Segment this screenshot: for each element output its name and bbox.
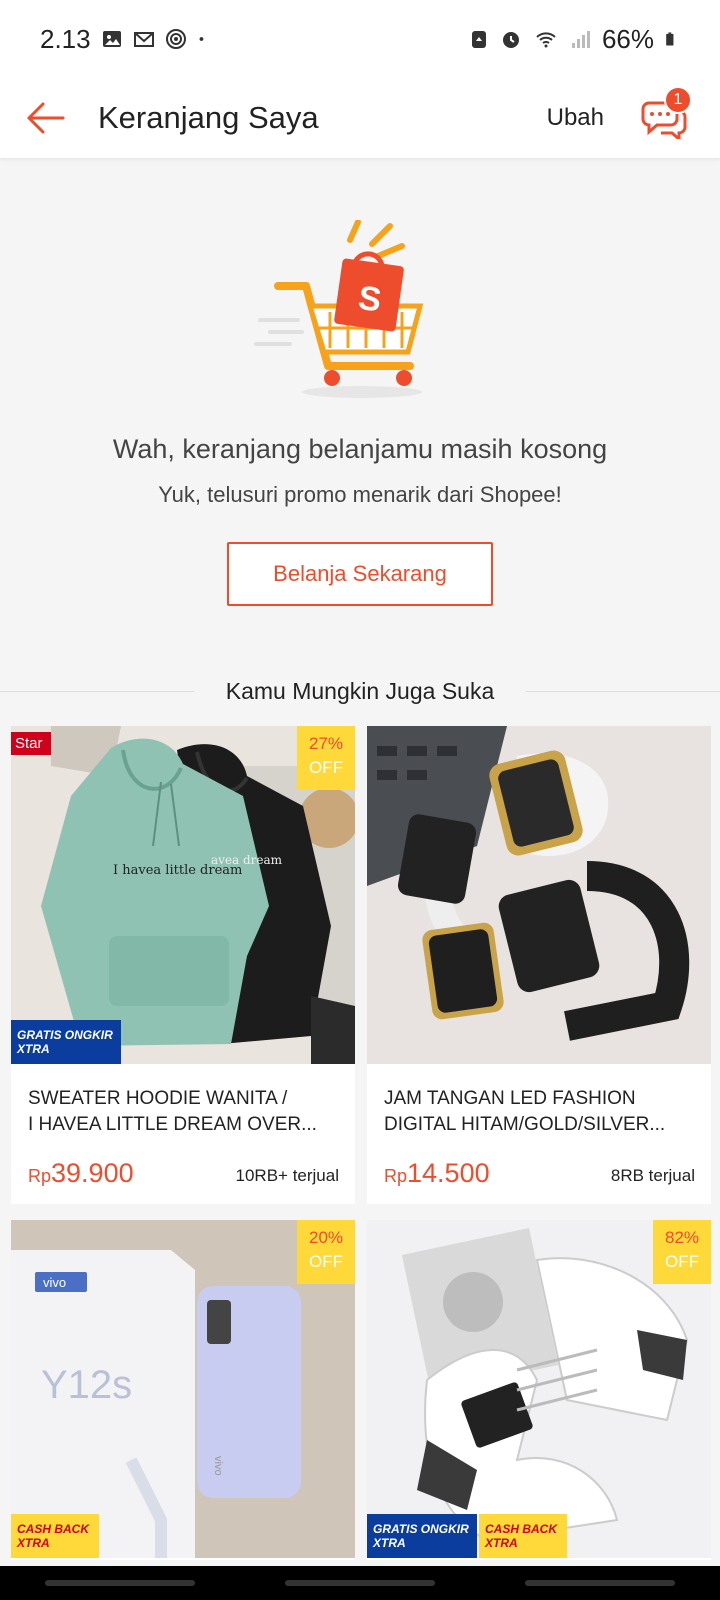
arrow-left-icon bbox=[27, 102, 65, 134]
product-price: Rp39.900 bbox=[28, 1158, 134, 1189]
product-name-line2: I HAVEA LITTLE DREAM OVER... bbox=[28, 1114, 317, 1135]
vivo-box-logo: vivo bbox=[43, 1275, 66, 1290]
free-shipping-badge: GRATIS ONGKIR XTRA bbox=[11, 1020, 121, 1064]
svg-text:vivo: vivo bbox=[212, 1456, 224, 1476]
product-name-line2: DIGITAL HITAM/GOLD/SILVER... bbox=[384, 1114, 666, 1135]
battery-percent: 66% bbox=[601, 23, 654, 54]
signal-icon bbox=[571, 31, 590, 48]
sold-count: 10RB+ terjual bbox=[235, 1166, 339, 1185]
status-time: 2.13 bbox=[40, 23, 91, 54]
system-nav-bar bbox=[0, 1566, 720, 1600]
hoodie-print-text-back: avea dream bbox=[211, 853, 283, 867]
product-name-line1: SWEATER HOODIE WANITA / bbox=[28, 1088, 288, 1109]
discount-percent: 82% bbox=[664, 1228, 700, 1247]
recommendations-heading: Kamu Mungkin Juga Suka bbox=[0, 670, 720, 712]
discount-badge: 27% OFF bbox=[297, 726, 355, 790]
product-image: I havea little dream avea dream Star 27%… bbox=[11, 726, 355, 1064]
battery-icon bbox=[666, 32, 674, 46]
gmail-icon bbox=[133, 32, 154, 47]
cashback-badge: CASH BACK XTRA bbox=[479, 1514, 567, 1558]
discount-badge: 20% OFF bbox=[297, 1220, 355, 1284]
product-name-line1: JAM TANGAN LED FASHION bbox=[384, 1088, 636, 1109]
product-card[interactable]: JAM TANGAN LED FASHION DIGITAL HITAM/GOL… bbox=[367, 726, 711, 1204]
status-bar: 2.13 66% bbox=[0, 0, 720, 78]
dot-icon bbox=[199, 37, 203, 41]
nav-back-button[interactable] bbox=[525, 1580, 675, 1586]
chat-badge: 1 bbox=[664, 86, 692, 114]
page-title: Keranjang Saya bbox=[98, 100, 319, 135]
currency-label: Rp bbox=[384, 1166, 408, 1186]
currency-label: Rp bbox=[28, 1166, 52, 1186]
product-name: SWEATER HOODIE WANITA / I HAVEA LITTLE D… bbox=[28, 1086, 344, 1138]
target-icon bbox=[165, 29, 186, 49]
chat-button[interactable]: 1 bbox=[634, 86, 694, 148]
free-shipping-badge: GRATIS ONGKIR XTRA bbox=[367, 1514, 477, 1558]
star-seller-tag: Star bbox=[11, 732, 51, 755]
product-card[interactable]: vivo Y12s vivo 20% OFF CASH BACK XTRA bbox=[11, 1220, 355, 1560]
wifi-icon bbox=[536, 32, 556, 48]
discount-off-label: OFF bbox=[309, 758, 343, 777]
alarm-icon bbox=[502, 32, 519, 48]
empty-cart-subtitle: Yuk, telusuri promo menarik dari Shopee! bbox=[158, 482, 562, 507]
discount-off-label: OFF bbox=[309, 1252, 343, 1271]
product-card[interactable]: I havea little dream avea dream Star 27%… bbox=[11, 726, 355, 1204]
shop-now-button[interactable]: Belanja Sekarang bbox=[227, 542, 493, 606]
nav-recents-button[interactable] bbox=[45, 1580, 195, 1586]
discount-percent: 27% bbox=[308, 734, 344, 753]
product-image: vivo Y12s vivo 20% OFF CASH BACK XTRA bbox=[11, 1220, 355, 1558]
discount-badge: 82% OFF bbox=[653, 1220, 711, 1284]
price-value: 14.500 bbox=[407, 1158, 490, 1188]
y12s-box-text: Y12s bbox=[41, 1363, 132, 1407]
image-icon bbox=[102, 31, 121, 47]
discount-percent: 20% bbox=[308, 1228, 344, 1247]
product-card[interactable]: 82% OFF GRATIS ONGKIR XTRA CASH BACK XTR… bbox=[367, 1220, 711, 1560]
empty-cart-illustration: S bbox=[254, 220, 424, 398]
empty-cart-title: Wah, keranjang belanjamu masih kosong bbox=[112, 434, 608, 464]
discount-off-label: OFF bbox=[665, 1252, 699, 1271]
sold-count: 8RB terjual bbox=[610, 1166, 695, 1185]
product-image: 82% OFF GRATIS ONGKIR XTRA CASH BACK XTR… bbox=[367, 1220, 711, 1558]
product-price: Rp14.500 bbox=[384, 1158, 490, 1189]
price-value: 39.900 bbox=[51, 1158, 134, 1188]
nav-home-button[interactable] bbox=[285, 1580, 435, 1586]
cashback-badge: CASH BACK XTRA bbox=[11, 1514, 99, 1558]
app-header: Keranjang Saya Ubah 1 bbox=[0, 78, 720, 158]
back-button[interactable] bbox=[0, 78, 90, 158]
product-name: JAM TANGAN LED FASHION DIGITAL HITAM/GOL… bbox=[384, 1086, 700, 1138]
empty-cart-state: S Wah, keranjang belanjamu masih kosong … bbox=[0, 160, 720, 660]
edit-button[interactable]: Ubah bbox=[547, 104, 604, 132]
recycle-icon bbox=[471, 31, 486, 48]
product-image bbox=[367, 726, 711, 1064]
recommendations-heading-text: Kamu Mungkin Juga Suka bbox=[205, 677, 515, 705]
